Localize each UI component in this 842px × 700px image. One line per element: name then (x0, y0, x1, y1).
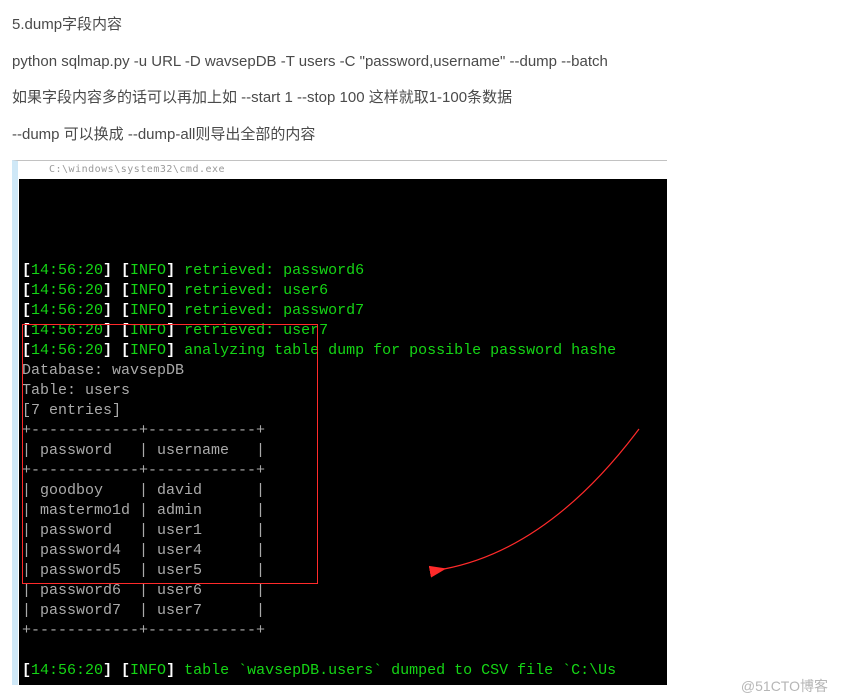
table-row: | mastermo1d | admin | (19, 501, 667, 521)
table-border: +------------+------------+ (19, 621, 667, 641)
log-line: [14:56:20] [INFO] retrieved: user6 (19, 281, 667, 301)
database-line: Database: wavsepDB (19, 361, 667, 381)
table-row: | password7 | user7 | (19, 601, 667, 621)
blank-line (19, 641, 667, 661)
command-line-example: python sqlmap.py -u URL -D wavsepDB -T u… (12, 51, 830, 74)
table-border: +------------+------------+ (19, 421, 667, 441)
log-line: [14:56:20] [INFO] retrieved: password7 (19, 301, 667, 321)
table-row: | password | user1 | (19, 521, 667, 541)
article-body: 5.dump字段内容 python sqlmap.py -u URL -D wa… (0, 14, 842, 146)
watermark: @51CTO博客 (741, 676, 828, 696)
note-start-stop: 如果字段内容多的话可以再加上如 --start 1 --stop 100 这样就… (12, 87, 830, 110)
table-row: | password4 | user4 | (19, 541, 667, 561)
table-border: +------------+------------+ (19, 461, 667, 481)
terminal-output: [14:56:20] [INFO] retrieved: password6[1… (19, 179, 667, 685)
heading-step-5: 5.dump字段内容 (12, 14, 830, 37)
log-line: [14:56:20] [INFO] retrieved: user7 (19, 321, 667, 341)
table-row: | password6 | user6 | (19, 581, 667, 601)
note-dump-all: --dump 可以换成 --dump-all则导出全部的内容 (12, 124, 830, 147)
log-line: [14:56:20] [INFO] analyzing table dump f… (19, 341, 667, 361)
table-header-row: | password | username | (19, 441, 667, 461)
log-line-dumped: [14:56:20] [INFO] table `wavsepDB.users`… (19, 661, 667, 681)
log-line: [14:56:20] [INFO] retrieved: password6 (19, 261, 667, 281)
table-line: Table: users (19, 381, 667, 401)
table-row: | goodboy | david | (19, 481, 667, 501)
window-titlebar: C:\windows\system32\cmd.exe (19, 161, 667, 179)
table-row: | password5 | user5 | (19, 561, 667, 581)
entries-line: [7 entries] (19, 401, 667, 421)
terminal-screenshot: C:\windows\system32\cmd.exe [14:56:20] [… (12, 160, 667, 685)
